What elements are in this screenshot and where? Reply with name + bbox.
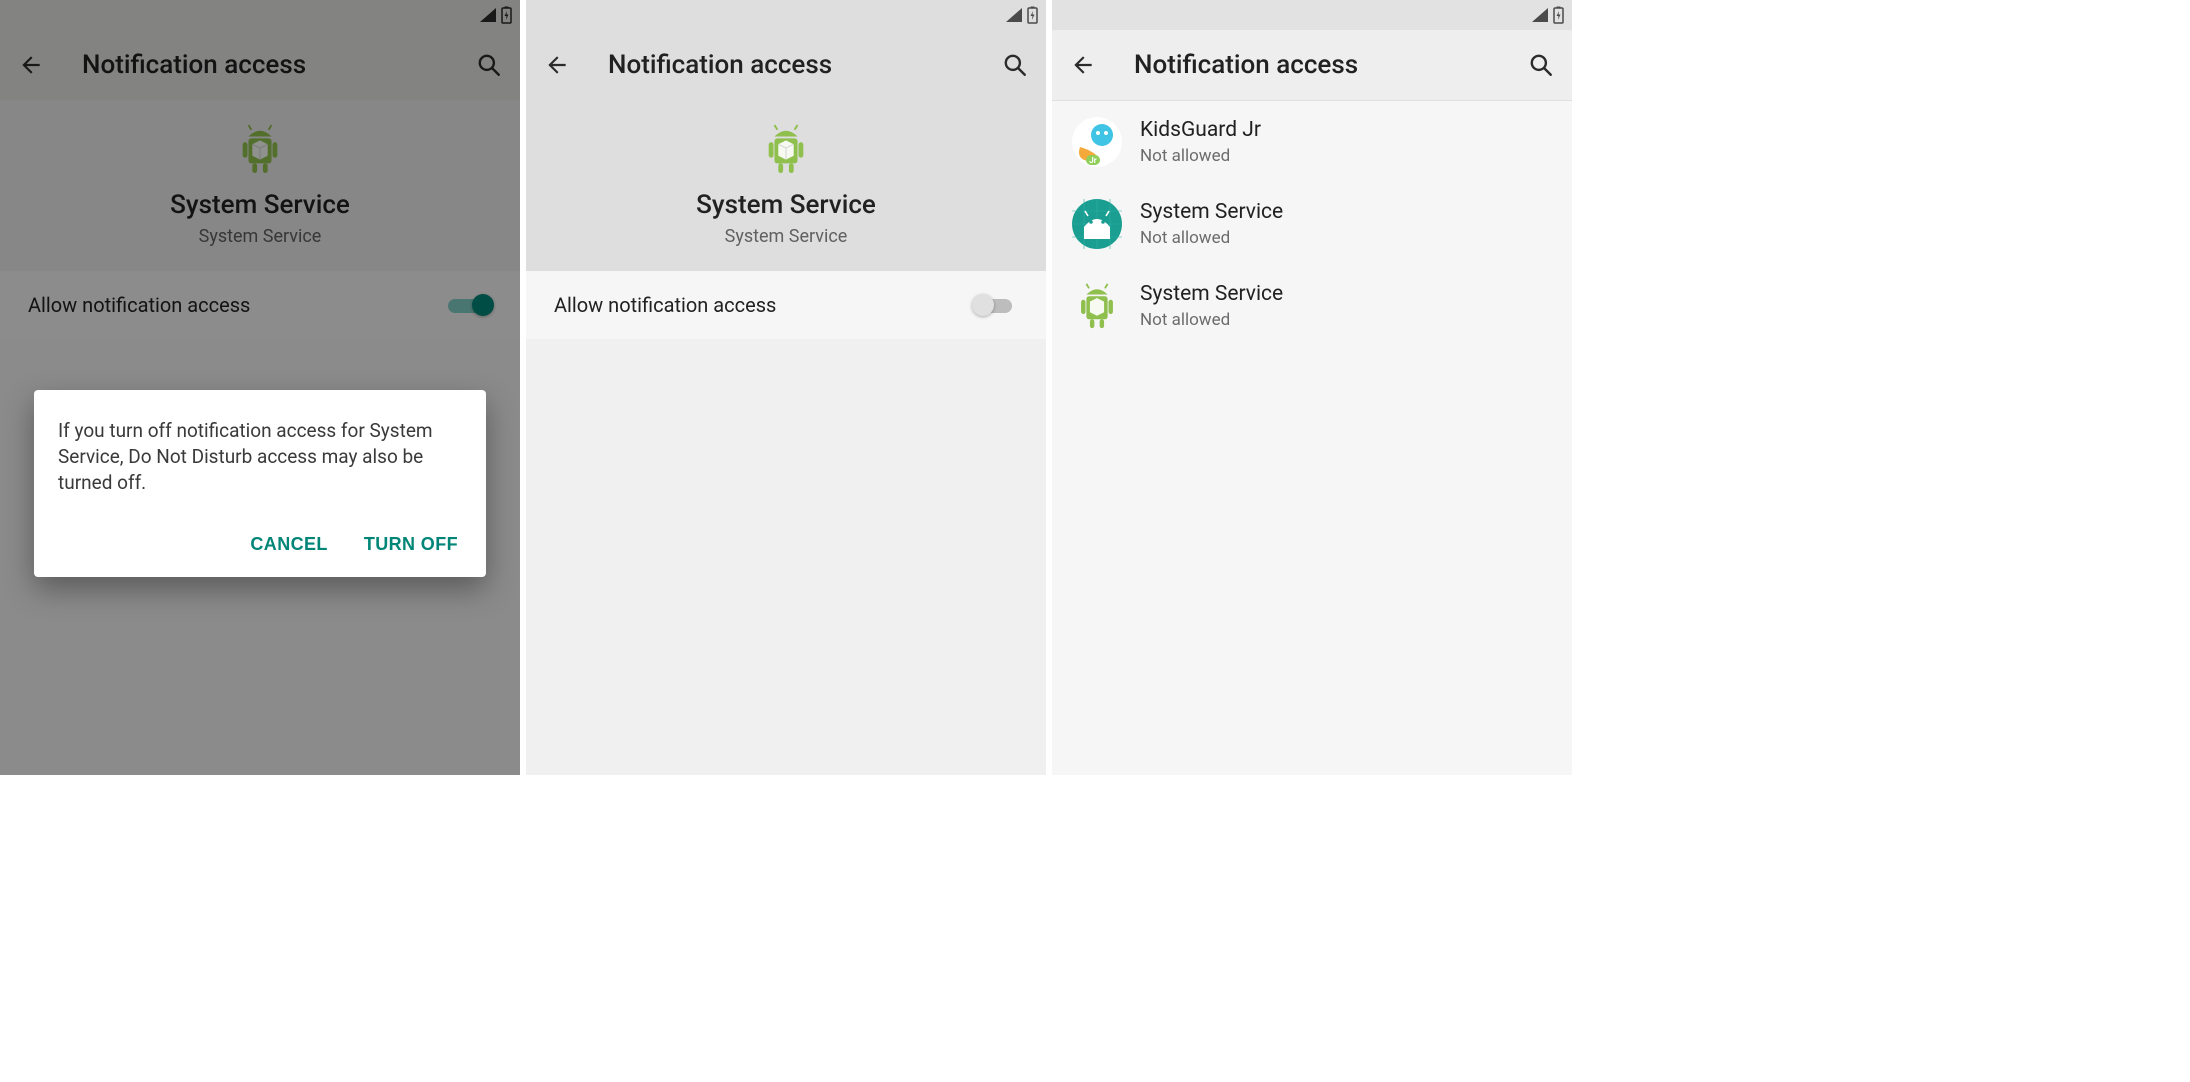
battery-charging-icon: [1027, 6, 1038, 24]
android-box-icon: [761, 124, 811, 174]
turn-off-button[interactable]: TURN OFF: [360, 526, 462, 563]
app-name: System Service: [1140, 200, 1283, 224]
svg-text:Jr: Jr: [1089, 156, 1096, 165]
app-status: Not allowed: [1140, 228, 1283, 248]
android-box-icon: [1072, 281, 1122, 331]
cancel-button[interactable]: CANCEL: [246, 526, 331, 563]
signal-icon: [1005, 7, 1023, 23]
page-title: Notification access: [1134, 50, 1514, 80]
app-name: System Service: [696, 190, 876, 220]
dialog-body: If you turn off notification access for …: [58, 418, 462, 496]
back-button[interactable]: [1070, 52, 1110, 78]
app-name: KidsGuard Jr: [1140, 118, 1261, 142]
allow-notification-toggle-row[interactable]: Allow notification access: [526, 271, 1046, 339]
app-bar: Notification access: [526, 30, 1046, 100]
status-bar: [1052, 0, 1572, 30]
app-status: Not allowed: [1140, 310, 1283, 330]
kidsguard-icon: Jr: [1072, 117, 1122, 167]
list-item[interactable]: Jr KidsGuard Jr Not allowed: [1052, 101, 1572, 183]
app-subtitle: System Service: [725, 226, 848, 247]
screen-notification-access-off: Notification access System Service Syste…: [526, 0, 1046, 775]
status-bar: [526, 0, 1046, 30]
app-hero: System Service System Service: [526, 100, 1046, 271]
turn-off-dialog: If you turn off notification access for …: [34, 390, 486, 577]
list-item[interactable]: System Service Not allowed: [1052, 265, 1572, 347]
list-item[interactable]: System Service Not allowed: [1052, 183, 1572, 265]
screen-notification-access-list: Notification access Jr KidsGuard Jr Not …: [1052, 0, 1572, 775]
toggle-label: Allow notification access: [554, 293, 974, 317]
signal-icon: [1531, 7, 1549, 23]
toggle-switch[interactable]: [974, 295, 1018, 315]
page-title: Notification access: [608, 50, 988, 80]
app-status: Not allowed: [1140, 146, 1261, 166]
dialog-scrim[interactable]: [0, 0, 520, 775]
app-name: System Service: [1140, 282, 1283, 306]
back-button[interactable]: [544, 52, 584, 78]
battery-charging-icon: [1553, 6, 1564, 24]
dialog-actions: CANCEL TURN OFF: [58, 526, 462, 563]
android-teal-icon: [1072, 199, 1122, 249]
app-bar: Notification access: [1052, 30, 1572, 100]
screen-notification-access-dialog: Notification access System Service Syste…: [0, 0, 520, 775]
search-button[interactable]: [1514, 52, 1554, 78]
app-list: Jr KidsGuard Jr Not allowed: [1052, 100, 1572, 347]
search-button[interactable]: [988, 52, 1028, 78]
